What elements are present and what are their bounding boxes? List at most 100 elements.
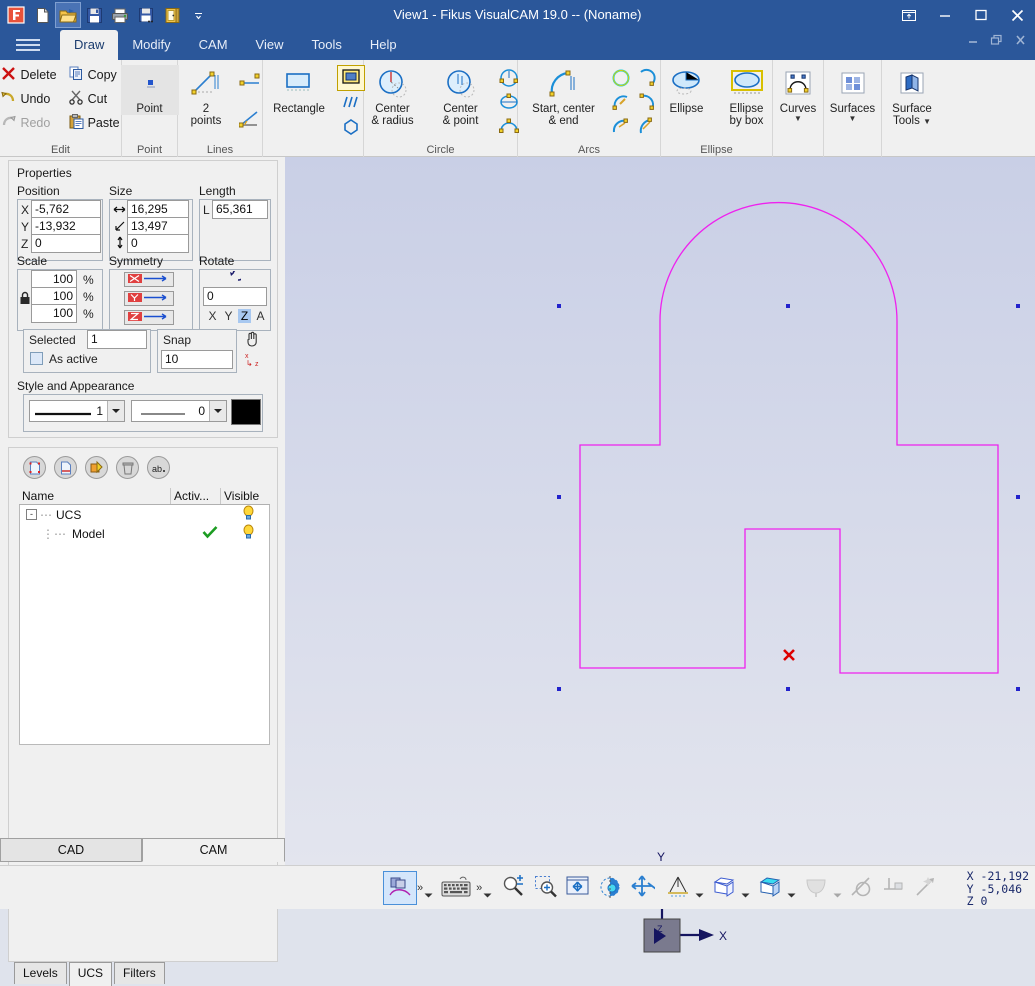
tab-filters[interactable]: Filters xyxy=(114,962,165,984)
undo-button[interactable]: Undo xyxy=(0,88,61,110)
workplane-button[interactable] xyxy=(878,872,910,904)
chevron-down-icon[interactable] xyxy=(483,888,492,902)
mdi-restore-icon[interactable] xyxy=(989,34,1005,49)
paste-button[interactable]: Paste xyxy=(65,112,124,134)
minimize-icon[interactable] xyxy=(927,0,963,30)
delete-button[interactable]: Delete xyxy=(0,64,61,86)
tree-col-visible[interactable]: Visible xyxy=(221,488,270,504)
as-active-checkbox[interactable] xyxy=(30,352,43,365)
rename-level-icon[interactable]: ab xyxy=(147,456,170,479)
circle-center-point-button[interactable]: Center& point xyxy=(428,65,494,127)
line-style-combo[interactable]: 1 xyxy=(29,400,125,422)
copy-button[interactable]: Copy xyxy=(65,64,124,86)
chevron-down-icon[interactable] xyxy=(787,888,796,902)
axis-xz-icon[interactable]: x↳z xyxy=(245,351,263,372)
new-level-icon[interactable] xyxy=(23,456,46,479)
menu-item-draw[interactable]: Draw xyxy=(60,30,118,60)
edit-level-icon[interactable] xyxy=(54,456,77,479)
menu-item-modify[interactable]: Modify xyxy=(118,30,184,60)
line-horizontal-button[interactable] xyxy=(237,69,263,93)
rotate-axis-z[interactable]: Z xyxy=(238,309,251,323)
arc-full-button[interactable] xyxy=(609,68,633,91)
zoom-fit-button[interactable] xyxy=(562,872,594,904)
table-row[interactable]: ⋮⋯ Model xyxy=(20,524,269,543)
arc-tangent-button[interactable] xyxy=(609,92,633,115)
selected-count-field[interactable]: 1 xyxy=(87,330,147,349)
restore-window-icon[interactable] xyxy=(891,0,927,30)
select-curve-button[interactable] xyxy=(384,872,416,904)
tree-col-active[interactable]: Activ... xyxy=(171,488,221,504)
shade-solid-button[interactable] xyxy=(754,872,786,904)
arc-three-points-button[interactable] xyxy=(634,92,658,115)
rotate-axis-y[interactable]: Y xyxy=(222,309,235,323)
dynamic-button[interactable] xyxy=(910,872,942,904)
line-angle-button[interactable] xyxy=(237,108,263,132)
menu-item-help[interactable]: Help xyxy=(356,30,411,60)
chevron-down-icon[interactable] xyxy=(695,888,704,902)
render-button[interactable] xyxy=(800,872,832,904)
arc-start-center-end-button[interactable]: Start, center& end xyxy=(521,65,607,127)
symmetry-z-button[interactable] xyxy=(124,310,174,325)
point-button[interactable]: Point xyxy=(121,65,179,115)
chevron-down-icon[interactable]: ▼ xyxy=(923,117,931,126)
tab-cad[interactable]: CAD xyxy=(0,838,142,862)
maximize-icon[interactable] xyxy=(963,0,999,30)
hand-cursor-icon[interactable] xyxy=(245,331,259,350)
visible-bulb-icon[interactable] xyxy=(242,505,255,524)
arc-fillet-button[interactable] xyxy=(634,116,658,139)
arc-quarter-button[interactable] xyxy=(634,68,658,91)
rotate-view-button[interactable] xyxy=(594,872,626,904)
delete-level-icon[interactable] xyxy=(116,456,139,479)
surface-tools-button[interactable]: SurfaceTools ▼ xyxy=(879,65,945,127)
snap-value-field[interactable]: 10 xyxy=(161,350,233,369)
merge-levels-icon[interactable] xyxy=(85,456,108,479)
symmetry-x-button[interactable] xyxy=(124,272,174,287)
table-row[interactable]: - ⋯ UCS xyxy=(20,505,269,524)
color-swatch-button[interactable] xyxy=(231,399,261,425)
lock-icon[interactable] xyxy=(19,291,31,308)
circle-center-radius-button[interactable]: Center& radius xyxy=(360,65,426,127)
chevron-down-icon[interactable]: ▼ xyxy=(794,115,802,122)
rotate-angle-field[interactable]: 0 xyxy=(203,287,267,306)
pan-button[interactable] xyxy=(626,872,658,904)
tree-col-name[interactable]: Name xyxy=(19,488,171,504)
visible-bulb-icon[interactable] xyxy=(242,524,255,543)
symmetry-y-button[interactable] xyxy=(124,291,174,306)
chevron-down-icon[interactable] xyxy=(741,888,750,902)
rotate-ccw-icon[interactable] xyxy=(225,271,241,288)
menu-icon[interactable] xyxy=(16,35,42,55)
tab-ucs[interactable]: UCS xyxy=(69,962,112,986)
keyboard-input-button[interactable] xyxy=(437,872,475,904)
tree-expander-icon[interactable]: - xyxy=(26,509,37,520)
chevron-down-icon[interactable] xyxy=(209,401,226,421)
chevron-down-icon[interactable] xyxy=(833,888,842,902)
surfaces-button[interactable]: Surfaces ▼ xyxy=(820,65,886,122)
mdi-close-icon[interactable] xyxy=(1013,34,1029,49)
line-width-combo[interactable]: 0 xyxy=(131,400,227,422)
chevron-down-icon[interactable]: ▼ xyxy=(849,115,857,122)
overflow-chevron-icon[interactable]: » xyxy=(476,882,482,894)
scale-z-field[interactable]: 100 xyxy=(31,304,77,323)
redo-button[interactable]: Redo xyxy=(0,112,61,134)
rotate-axis-x[interactable]: X xyxy=(206,309,219,323)
zoom-window-button[interactable] xyxy=(530,872,562,904)
chevron-down-icon[interactable] xyxy=(107,401,124,421)
tree-body[interactable]: - ⋯ UCS ⋮⋯ Model xyxy=(19,505,270,745)
overflow-chevron-icon[interactable]: » xyxy=(417,882,423,894)
tab-levels[interactable]: Levels xyxy=(14,962,67,984)
rotate-axis-a[interactable]: A xyxy=(254,309,267,323)
menu-item-cam[interactable]: CAM xyxy=(185,30,242,60)
cad-canvas[interactable]: Y X Z xyxy=(285,157,1035,865)
mdi-minimize-icon[interactable] xyxy=(965,34,981,49)
zoom-in-out-button[interactable] xyxy=(498,872,530,904)
menu-item-view[interactable]: View xyxy=(242,30,298,60)
cut-button[interactable]: Cut xyxy=(65,88,124,110)
length-field[interactable]: 65,361 xyxy=(212,200,268,219)
arc-chord-button[interactable] xyxy=(609,116,633,139)
view-projection-button[interactable] xyxy=(662,872,694,904)
line-two-points-button[interactable]: 2points xyxy=(177,65,235,127)
shade-wire-button[interactable] xyxy=(708,872,740,904)
ellipse-button[interactable]: Ellipse xyxy=(658,65,716,115)
rectangle-button[interactable]: Rectangle xyxy=(262,65,336,115)
size-height-field[interactable]: 0 xyxy=(127,234,189,253)
